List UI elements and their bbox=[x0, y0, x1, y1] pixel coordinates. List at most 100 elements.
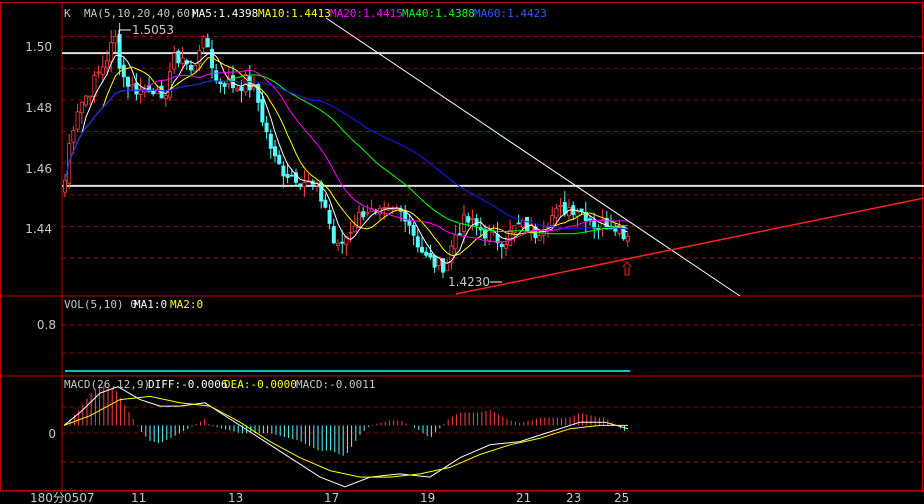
macd-value: MACD:-0.0011 bbox=[296, 378, 375, 391]
vol-ma1: MA1:0 bbox=[134, 298, 167, 311]
candle-body bbox=[121, 64, 126, 78]
candle-body bbox=[172, 52, 177, 70]
candle-body bbox=[520, 220, 525, 228]
price-tick-150: 1.50 bbox=[25, 40, 52, 54]
x-tick-23: 23 bbox=[566, 491, 581, 504]
price-tick-146: 1.46 bbox=[25, 162, 52, 176]
candle-body bbox=[579, 208, 584, 212]
candle-body bbox=[88, 95, 93, 98]
candle-body bbox=[335, 242, 340, 246]
candle-body bbox=[327, 210, 332, 224]
macd-diff: DIFF:-0.0006 bbox=[148, 378, 227, 391]
x-tick-17: 17 bbox=[324, 491, 339, 504]
ma40-line bbox=[64, 74, 628, 235]
vol-label: VOL(5,10) 0 bbox=[64, 298, 137, 311]
period-corner: 180分 bbox=[30, 491, 65, 504]
candle-body bbox=[285, 173, 290, 178]
candle-body bbox=[176, 50, 181, 64]
candle-body bbox=[117, 34, 122, 69]
vol-ma2: MA2:0 bbox=[170, 298, 203, 311]
ma20-line bbox=[64, 69, 628, 243]
candle-body bbox=[470, 217, 475, 221]
kline-chart-window[interactable]: K MA(5,10,20,40,60) MA5:1.4398 MA10:1.44… bbox=[0, 0, 924, 504]
x-tick-21: 21 bbox=[516, 491, 531, 504]
candle-body bbox=[445, 262, 450, 272]
candle-body bbox=[75, 111, 80, 130]
candle-body bbox=[134, 82, 139, 95]
candle-body bbox=[100, 66, 105, 75]
price-layer bbox=[63, 22, 630, 278]
trendline-layer bbox=[118, 17, 924, 297]
macd-label: MACD(26,12,9) bbox=[64, 378, 150, 391]
ma-params: MA(5,10,20,40,60) bbox=[84, 7, 197, 20]
candle-body bbox=[415, 236, 420, 248]
candle-body bbox=[348, 231, 353, 234]
price-tick-144: 1.44 bbox=[25, 222, 52, 236]
candle-body bbox=[457, 233, 462, 236]
candle-body bbox=[419, 246, 424, 253]
candle-body bbox=[260, 99, 265, 123]
candle-body bbox=[277, 154, 282, 165]
grid-layer bbox=[0, 2, 924, 492]
candle-body bbox=[109, 42, 114, 62]
ma40-value: MA40:1.4388 bbox=[402, 7, 475, 20]
candle-body bbox=[289, 174, 294, 177]
chart-canvas: K MA(5,10,20,40,60) MA5:1.4398 MA10:1.44… bbox=[0, 2, 924, 504]
macd-dea-line bbox=[63, 395, 628, 478]
macd-dea: DEA:-0.0000 bbox=[224, 378, 297, 391]
ma60-line bbox=[64, 80, 628, 230]
candle-body bbox=[525, 217, 530, 232]
candle-body bbox=[537, 235, 542, 241]
candle-body bbox=[558, 205, 563, 208]
macd-layer bbox=[63, 384, 629, 488]
candle-body bbox=[340, 241, 345, 244]
candle-body bbox=[188, 65, 193, 71]
candle-body bbox=[113, 35, 118, 44]
candle-body bbox=[264, 122, 269, 133]
candle-body bbox=[130, 84, 135, 87]
candle-body bbox=[503, 244, 508, 249]
candle-body bbox=[193, 65, 198, 72]
candle-body bbox=[96, 71, 101, 74]
k-label: K bbox=[64, 7, 71, 20]
candle-body bbox=[508, 230, 513, 246]
x-tick-0507: 0507 bbox=[64, 491, 95, 504]
low-annotation: 1.4230 bbox=[448, 275, 490, 289]
candle-body bbox=[163, 94, 168, 100]
candle-body bbox=[235, 88, 240, 91]
candle-body bbox=[201, 36, 206, 49]
candle-body bbox=[466, 216, 471, 223]
candle-body bbox=[71, 130, 76, 143]
ma20-value: MA20:1.4415 bbox=[330, 7, 403, 20]
candle-body bbox=[126, 76, 131, 87]
candle-body bbox=[625, 235, 630, 242]
vol-tick: 0.8 bbox=[37, 318, 56, 332]
x-tick-13: 13 bbox=[228, 491, 243, 504]
candle-body bbox=[222, 83, 227, 87]
candle-body bbox=[79, 101, 84, 114]
macd-tick: 0 bbox=[48, 427, 56, 441]
candle-body bbox=[105, 60, 110, 68]
ma-lines-layer bbox=[64, 52, 628, 264]
ma10-value: MA10:1.4413 bbox=[258, 7, 331, 20]
candle-body bbox=[613, 228, 618, 232]
candle-body bbox=[239, 87, 244, 91]
x-tick-19: 19 bbox=[420, 491, 435, 504]
ma5-value: MA5:1.4398 bbox=[192, 7, 258, 20]
candle-body bbox=[167, 71, 172, 98]
candle-body bbox=[461, 214, 466, 232]
candle-body bbox=[554, 207, 559, 219]
candle-body bbox=[516, 222, 521, 225]
candle-body bbox=[474, 218, 479, 226]
candle-body bbox=[356, 212, 361, 228]
candle-body bbox=[562, 202, 567, 215]
candle-body bbox=[432, 255, 437, 268]
candle-body bbox=[331, 226, 336, 244]
candle-body bbox=[352, 225, 357, 233]
candle-body bbox=[428, 253, 433, 258]
candle-body bbox=[84, 95, 89, 106]
candle-body bbox=[453, 234, 458, 250]
candle-body bbox=[411, 224, 416, 236]
support-trendline bbox=[455, 197, 924, 295]
price-tick-148: 1.48 bbox=[25, 101, 52, 115]
